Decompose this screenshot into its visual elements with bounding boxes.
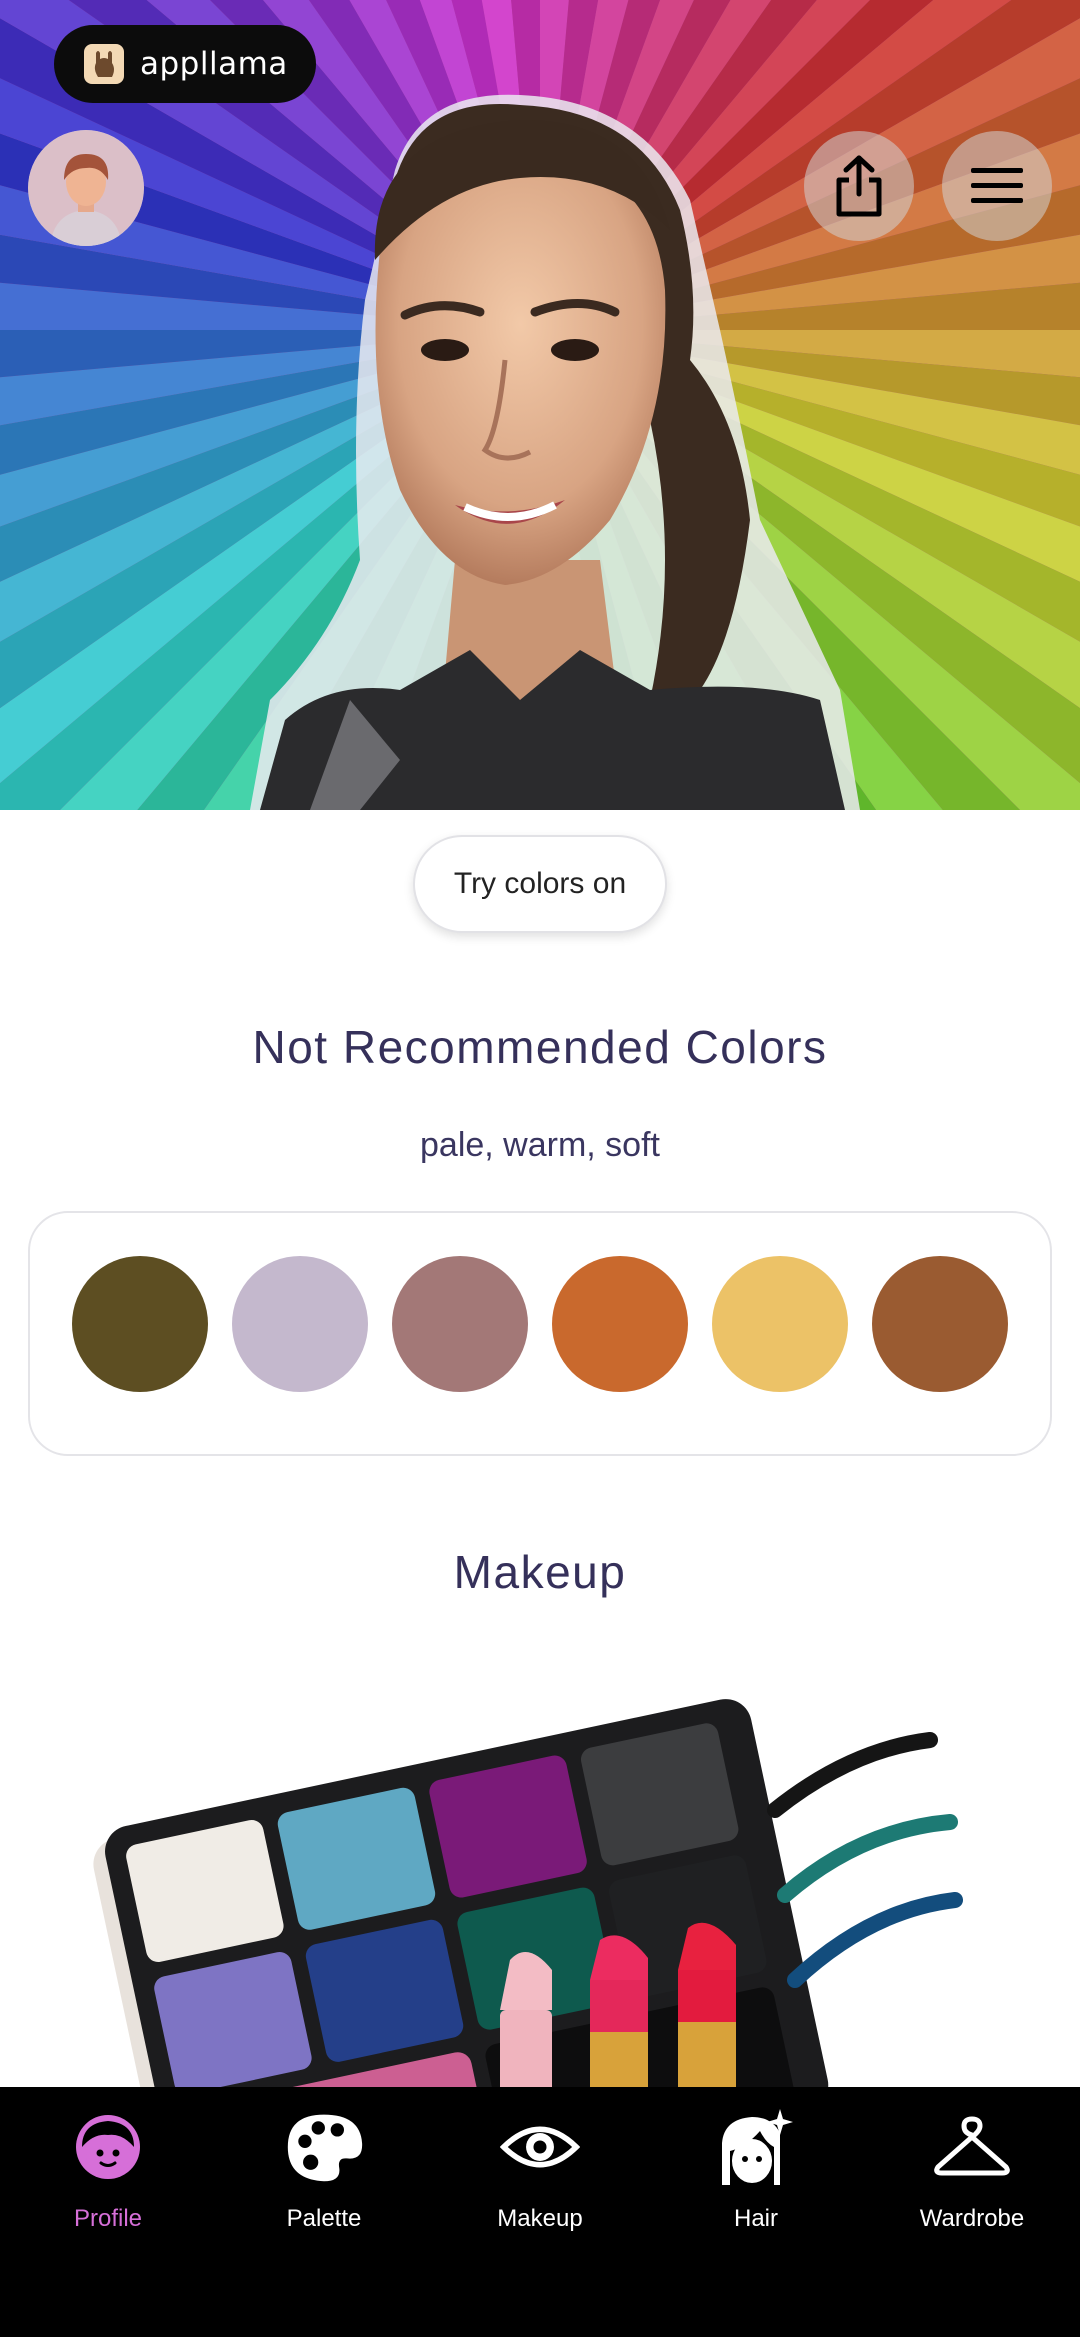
menu-icon bbox=[971, 168, 1023, 203]
menu-button[interactable] bbox=[942, 131, 1052, 241]
avatar[interactable] bbox=[28, 130, 144, 246]
llama-logo-icon bbox=[84, 44, 124, 84]
color-swatch[interactable] bbox=[72, 1256, 208, 1392]
try-colors-button[interactable]: Try colors on bbox=[413, 835, 667, 933]
brand-name: appllama bbox=[140, 46, 288, 82]
share-button[interactable] bbox=[804, 131, 914, 241]
avatar-icon bbox=[28, 130, 144, 246]
face-icon bbox=[68, 2107, 148, 2187]
palette-icon bbox=[284, 2107, 364, 2187]
color-swatch[interactable] bbox=[392, 1256, 528, 1392]
swatch-card bbox=[28, 1211, 1052, 1456]
portrait-photo bbox=[250, 94, 860, 810]
not-recommended-title: Not Recommended Colors bbox=[252, 1021, 828, 1073]
color-swatch[interactable] bbox=[552, 1256, 688, 1392]
bottom-nav: Profile Palette Makeup Hair Wardrobe bbox=[0, 2087, 1080, 2337]
brand-pill[interactable]: appllama bbox=[54, 25, 316, 103]
nav-label: Hair bbox=[733, 2205, 778, 2232]
nav-label: Palette bbox=[286, 2205, 362, 2232]
hanger-icon bbox=[932, 2107, 1012, 2187]
hair-icon bbox=[716, 2107, 796, 2187]
eye-icon bbox=[500, 2107, 580, 2187]
not-recommended-subtitle: pale, warm, soft bbox=[420, 1126, 660, 1164]
makeup-title: Makeup bbox=[453, 1546, 627, 1598]
nav-label: Makeup bbox=[497, 2205, 583, 2232]
color-swatch[interactable] bbox=[232, 1256, 368, 1392]
hero-image: appllama bbox=[0, 0, 1080, 810]
share-icon bbox=[836, 155, 882, 217]
nav-item-wardrobe[interactable]: Wardrobe bbox=[864, 2107, 1080, 2247]
nav-item-profile[interactable]: Profile bbox=[0, 2107, 216, 2247]
nav-label: Wardrobe bbox=[919, 2205, 1025, 2232]
color-swatch[interactable] bbox=[712, 1256, 848, 1392]
makeup-palette-image bbox=[0, 1640, 1080, 2087]
nav-item-palette[interactable]: Palette bbox=[216, 2107, 432, 2247]
nav-item-makeup[interactable]: Makeup bbox=[432, 2107, 648, 2247]
nav-label: Profile bbox=[73, 2205, 143, 2232]
color-swatch[interactable] bbox=[872, 1256, 1008, 1392]
nav-item-hair[interactable]: Hair bbox=[648, 2107, 864, 2247]
